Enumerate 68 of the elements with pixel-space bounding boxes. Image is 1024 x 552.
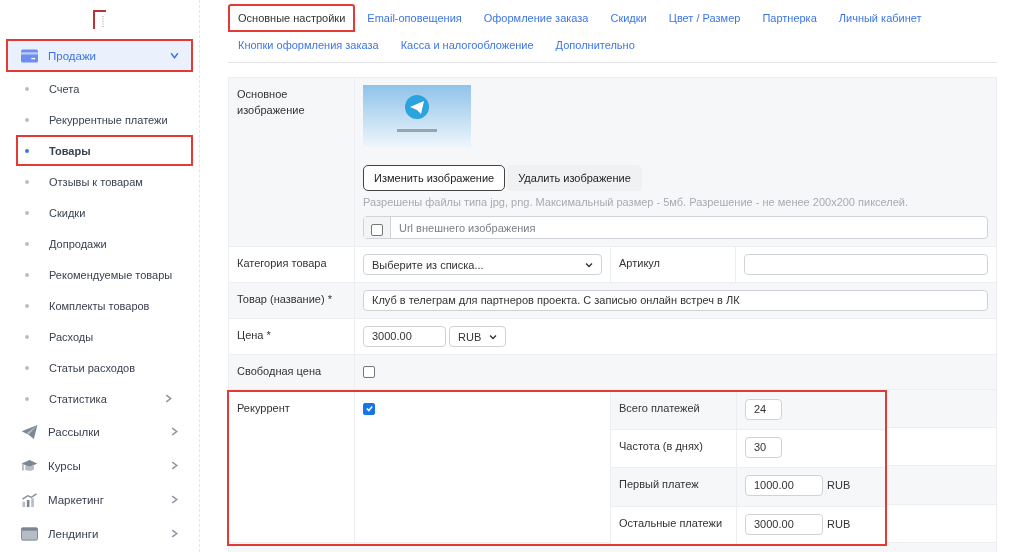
submenu-item[interactable]: Отзывы к товарам — [6, 166, 193, 197]
submenu-item[interactable]: Рекомендуемые товары — [6, 259, 193, 290]
caret-icon — [489, 332, 497, 341]
field-label: Свободная цена — [229, 355, 355, 389]
chevron-right-icon — [170, 461, 179, 470]
checkbox[interactable] — [363, 402, 375, 415]
price-input[interactable]: 3000.00 — [363, 326, 446, 347]
tab[interactable]: Партнерка — [752, 4, 827, 32]
menu-item[interactable]: Рассылки — [6, 415, 193, 448]
checkbox[interactable] — [363, 366, 375, 378]
tab[interactable]: Email-оповещения — [357, 4, 472, 32]
checkbox[interactable] — [371, 223, 383, 236]
number-input[interactable]: 1000.00 — [745, 475, 823, 497]
paper-plane-icon — [21, 424, 38, 439]
field-label: Первый платеж — [611, 468, 737, 506]
number-input[interactable]: 24 — [745, 398, 782, 420]
menu-item[interactable]: Курсы — [6, 449, 193, 482]
chevron-down-icon — [170, 51, 179, 60]
menu-item[interactable]: Продажи — [6, 39, 193, 72]
bar-chart-icon — [21, 492, 38, 507]
chevron-right-icon — [170, 495, 179, 504]
submenu-item[interactable]: Товары — [16, 135, 193, 166]
tab[interactable]: Дополнительно — [545, 32, 645, 58]
submenu-item[interactable]: Комплекты товаров — [6, 290, 193, 321]
submenu-item[interactable]: Рекуррентные платежи — [6, 104, 193, 135]
tab[interactable]: Касса и налогообложение — [390, 32, 544, 58]
chevron-right-icon — [170, 427, 179, 436]
tab[interactable]: Личный кабинет — [828, 4, 932, 32]
submenu-item[interactable]: Скидки — [6, 197, 193, 228]
chevron-right-icon — [164, 394, 173, 403]
submenu-item[interactable]: Статистика — [6, 383, 193, 414]
submenu-item[interactable]: Допродажи — [6, 228, 193, 259]
tab[interactable]: Цвет / Размер — [658, 4, 751, 32]
menu-item[interactable]: Маркетинг — [6, 483, 193, 516]
url-input-field[interactable]: Url внешнего изображения — [363, 216, 988, 239]
field-label: Остальные платежи — [611, 506, 737, 544]
tab[interactable]: Основные настройки — [228, 4, 356, 32]
logo-icon — [92, 10, 107, 30]
submenu-item[interactable]: Счета — [6, 73, 193, 104]
field-label: Частота (в днях) — [611, 430, 737, 468]
field-label: Товар (название) * — [229, 283, 355, 318]
product-name-input[interactable]: Клуб в телеграм для партнеров проекта. С записью онлайн встреч в ЛК — [363, 290, 988, 311]
menu-item[interactable]: Лендинги — [6, 517, 193, 550]
currency-label: RUB — [827, 478, 851, 494]
image-button[interactable]: Изменить изображение — [363, 165, 506, 191]
caret-icon — [585, 260, 593, 269]
category-select[interactable]: Выберите из списка... — [363, 254, 602, 275]
image-button[interactable]: Удалить изображение — [507, 165, 642, 191]
number-input[interactable]: 30 — [745, 437, 782, 459]
field-label: Артикул — [610, 247, 736, 282]
tab[interactable]: Скидки — [600, 4, 657, 32]
field-label: Основное изображение — [229, 78, 355, 246]
graduation-cap-icon — [21, 458, 38, 473]
hint-text: Разрешены файлы типа jpg, png. Максимальный размер - 5мб. Разрешение - не менее 200x200 пикселей. — [363, 196, 910, 208]
submenu-item[interactable]: Расходы — [6, 321, 193, 352]
chevron-right-icon — [170, 529, 179, 538]
sku-input[interactable] — [744, 254, 988, 275]
field-label: Всего платежей — [611, 391, 737, 430]
field-label: Цена * — [229, 319, 355, 354]
currency-label: RUB — [827, 516, 851, 532]
field-label: Категория товара — [229, 247, 355, 282]
number-input[interactable]: 3000.00 — [745, 513, 823, 535]
currency-select[interactable]: RUB — [449, 326, 506, 347]
window-icon — [21, 526, 38, 541]
credit-card-icon — [21, 48, 38, 63]
tab[interactable]: Кнопки оформления заказа — [228, 32, 389, 58]
tab[interactable]: Оформление заказа — [473, 4, 599, 32]
submenu-item[interactable]: Статьи расходов — [6, 352, 193, 383]
